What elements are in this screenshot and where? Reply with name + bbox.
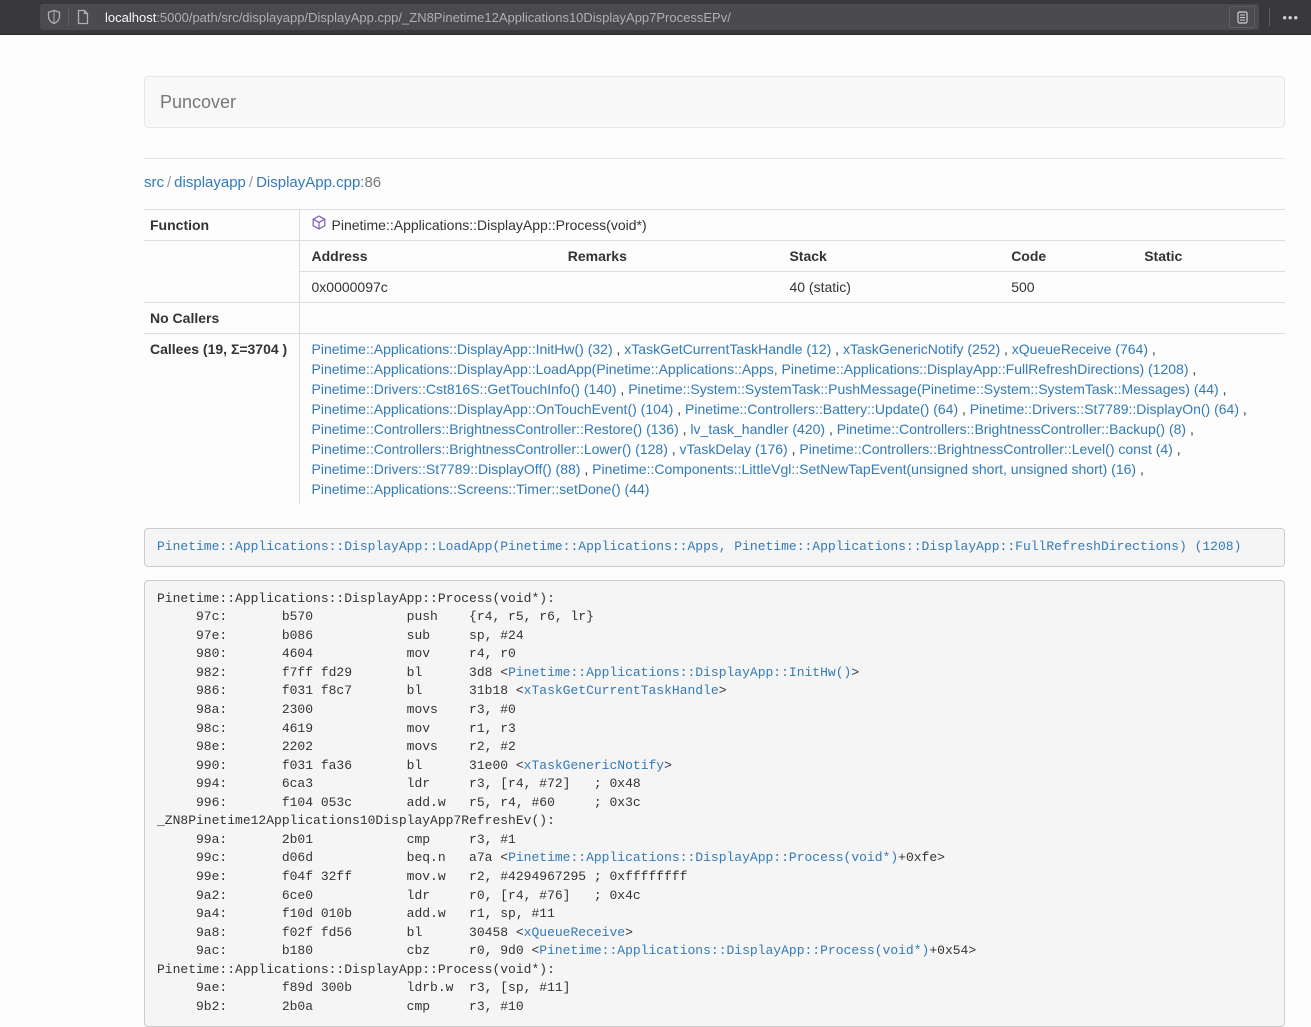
- disasm-symbol-link[interactable]: xQueueReceive: [524, 925, 625, 940]
- callee-link[interactable]: xQueueReceive (764): [1012, 341, 1148, 357]
- stats-table: Address Remarks Stack Code Static 0x0000…: [300, 241, 1286, 302]
- breadcrumb-separator: /: [246, 174, 256, 191]
- stats-row: Address Remarks Stack Code Static 0x0000…: [144, 241, 1285, 303]
- stats-header-address: Address: [300, 241, 556, 272]
- callee-link[interactable]: Pinetime::Controllers::Battery::Update()…: [685, 401, 958, 417]
- callee-link[interactable]: vTaskDelay (176): [680, 441, 788, 457]
- cube-icon: [312, 215, 326, 235]
- callees-list: Pinetime::Applications::DisplayApp::Init…: [299, 334, 1285, 505]
- browser-toolbar: localhost:5000/path/src/displayapp/Displ…: [0, 0, 1311, 35]
- callee-link[interactable]: xTaskGetCurrentTaskHandle (12): [624, 341, 831, 357]
- disassembly-listing: Pinetime::Applications::DisplayApp::Proc…: [144, 580, 1285, 1027]
- navbar: Puncover: [144, 76, 1285, 128]
- stats-header-remarks: Remarks: [556, 241, 778, 272]
- no-callers-label: No Callers: [144, 303, 299, 334]
- callee-link[interactable]: Pinetime::Applications::Screens::Timer::…: [312, 481, 650, 497]
- callees-row: Callees (19, Σ=3704 ) Pinetime::Applicat…: [144, 334, 1285, 505]
- stats-header-stack: Stack: [777, 241, 999, 272]
- url-bar[interactable]: localhost:5000/path/src/displayapp/Displ…: [40, 4, 1259, 30]
- disasm-symbol-link[interactable]: Pinetime::Applications::DisplayApp::Proc…: [508, 850, 898, 865]
- overflow-menu-icon[interactable]: •••: [1270, 10, 1311, 25]
- url-path: :5000/path/src/displayapp/DisplayApp.cpp…: [156, 10, 731, 25]
- stats-value-static: [1132, 272, 1285, 303]
- stats-header-static: Static: [1132, 241, 1285, 272]
- callees-label: Callees (19, Σ=3704 ): [144, 334, 299, 505]
- url-host: localhost: [105, 10, 156, 25]
- breadcrumb-separator: /: [164, 174, 174, 191]
- breadcrumb-link-file[interactable]: DisplayApp.cpp: [256, 174, 360, 191]
- page-container: Puncover src/displayapp/DisplayApp.cpp:8…: [144, 76, 1285, 1027]
- reader-mode-icon[interactable]: [1229, 6, 1255, 28]
- highlighted-callee-box: Pinetime::Applications::DisplayApp::Load…: [144, 528, 1285, 567]
- callee-link[interactable]: Pinetime::Drivers::Cst816S::GetTouchInfo…: [312, 381, 617, 397]
- stats-header-code: Code: [999, 241, 1132, 272]
- stats-value-stack: 40 (static): [777, 272, 999, 303]
- disasm-symbol-link[interactable]: Pinetime::Applications::DisplayApp::Init…: [508, 665, 851, 680]
- stats-value-code: 500: [999, 272, 1132, 303]
- callee-link[interactable]: Pinetime::Drivers::St7789::DisplayOn() (…: [970, 401, 1239, 417]
- disasm-symbol-link[interactable]: xTaskGenericNotify: [524, 758, 664, 773]
- callee-link[interactable]: Pinetime::Controllers::BrightnessControl…: [799, 441, 1172, 457]
- function-table: Function Pinetime::Applications::Display…: [144, 209, 1285, 504]
- callee-link[interactable]: Pinetime::Controllers::BrightnessControl…: [837, 421, 1186, 437]
- callee-link[interactable]: Pinetime::System::SystemTask::PushMessag…: [628, 381, 1219, 397]
- function-label: Function: [144, 210, 299, 241]
- function-name: Pinetime::Applications::DisplayApp::Proc…: [332, 215, 647, 235]
- callee-link[interactable]: Pinetime::Applications::DisplayApp::Init…: [312, 341, 613, 357]
- callee-link[interactable]: xTaskGenericNotify (252): [843, 341, 1000, 357]
- callee-link[interactable]: Pinetime::Controllers::BrightnessControl…: [312, 441, 668, 457]
- callee-link[interactable]: lv_task_handler (420): [690, 421, 825, 437]
- shield-icon[interactable]: [40, 4, 68, 30]
- highlighted-callee-link[interactable]: Pinetime::Applications::DisplayApp::Load…: [157, 539, 1241, 554]
- disasm-symbol-link[interactable]: xTaskGetCurrentTaskHandle: [524, 683, 719, 698]
- breadcrumb-link-displayapp[interactable]: displayapp: [174, 174, 246, 191]
- callee-link[interactable]: Pinetime::Drivers::St7789::DisplayOff() …: [312, 461, 581, 477]
- stats-value-address: 0x0000097c: [300, 272, 556, 303]
- callee-link[interactable]: Pinetime::Applications::DisplayApp::OnTo…: [312, 401, 674, 417]
- callee-link[interactable]: Pinetime::Controllers::BrightnessControl…: [312, 421, 679, 437]
- page-icon[interactable]: [69, 4, 97, 30]
- disasm-symbol-link[interactable]: Pinetime::Applications::DisplayApp::Proc…: [539, 943, 929, 958]
- stats-value-remarks: [556, 272, 778, 303]
- address-url[interactable]: localhost:5000/path/src/displayapp/Displ…: [105, 10, 1229, 25]
- breadcrumb: src/displayapp/DisplayApp.cpp:86: [144, 173, 1285, 193]
- function-row: Function Pinetime::Applications::Display…: [144, 210, 1285, 241]
- callee-link[interactable]: Pinetime::Components::LittleVgl::SetNewT…: [592, 461, 1136, 477]
- divider: [144, 158, 1285, 159]
- brand-link[interactable]: Puncover: [145, 92, 236, 113]
- breadcrumb-link-src[interactable]: src: [144, 174, 164, 191]
- breadcrumb-line-number: :86: [360, 174, 381, 191]
- no-callers-row: No Callers: [144, 303, 1285, 334]
- callee-link[interactable]: Pinetime::Applications::DisplayApp::Load…: [312, 361, 1189, 377]
